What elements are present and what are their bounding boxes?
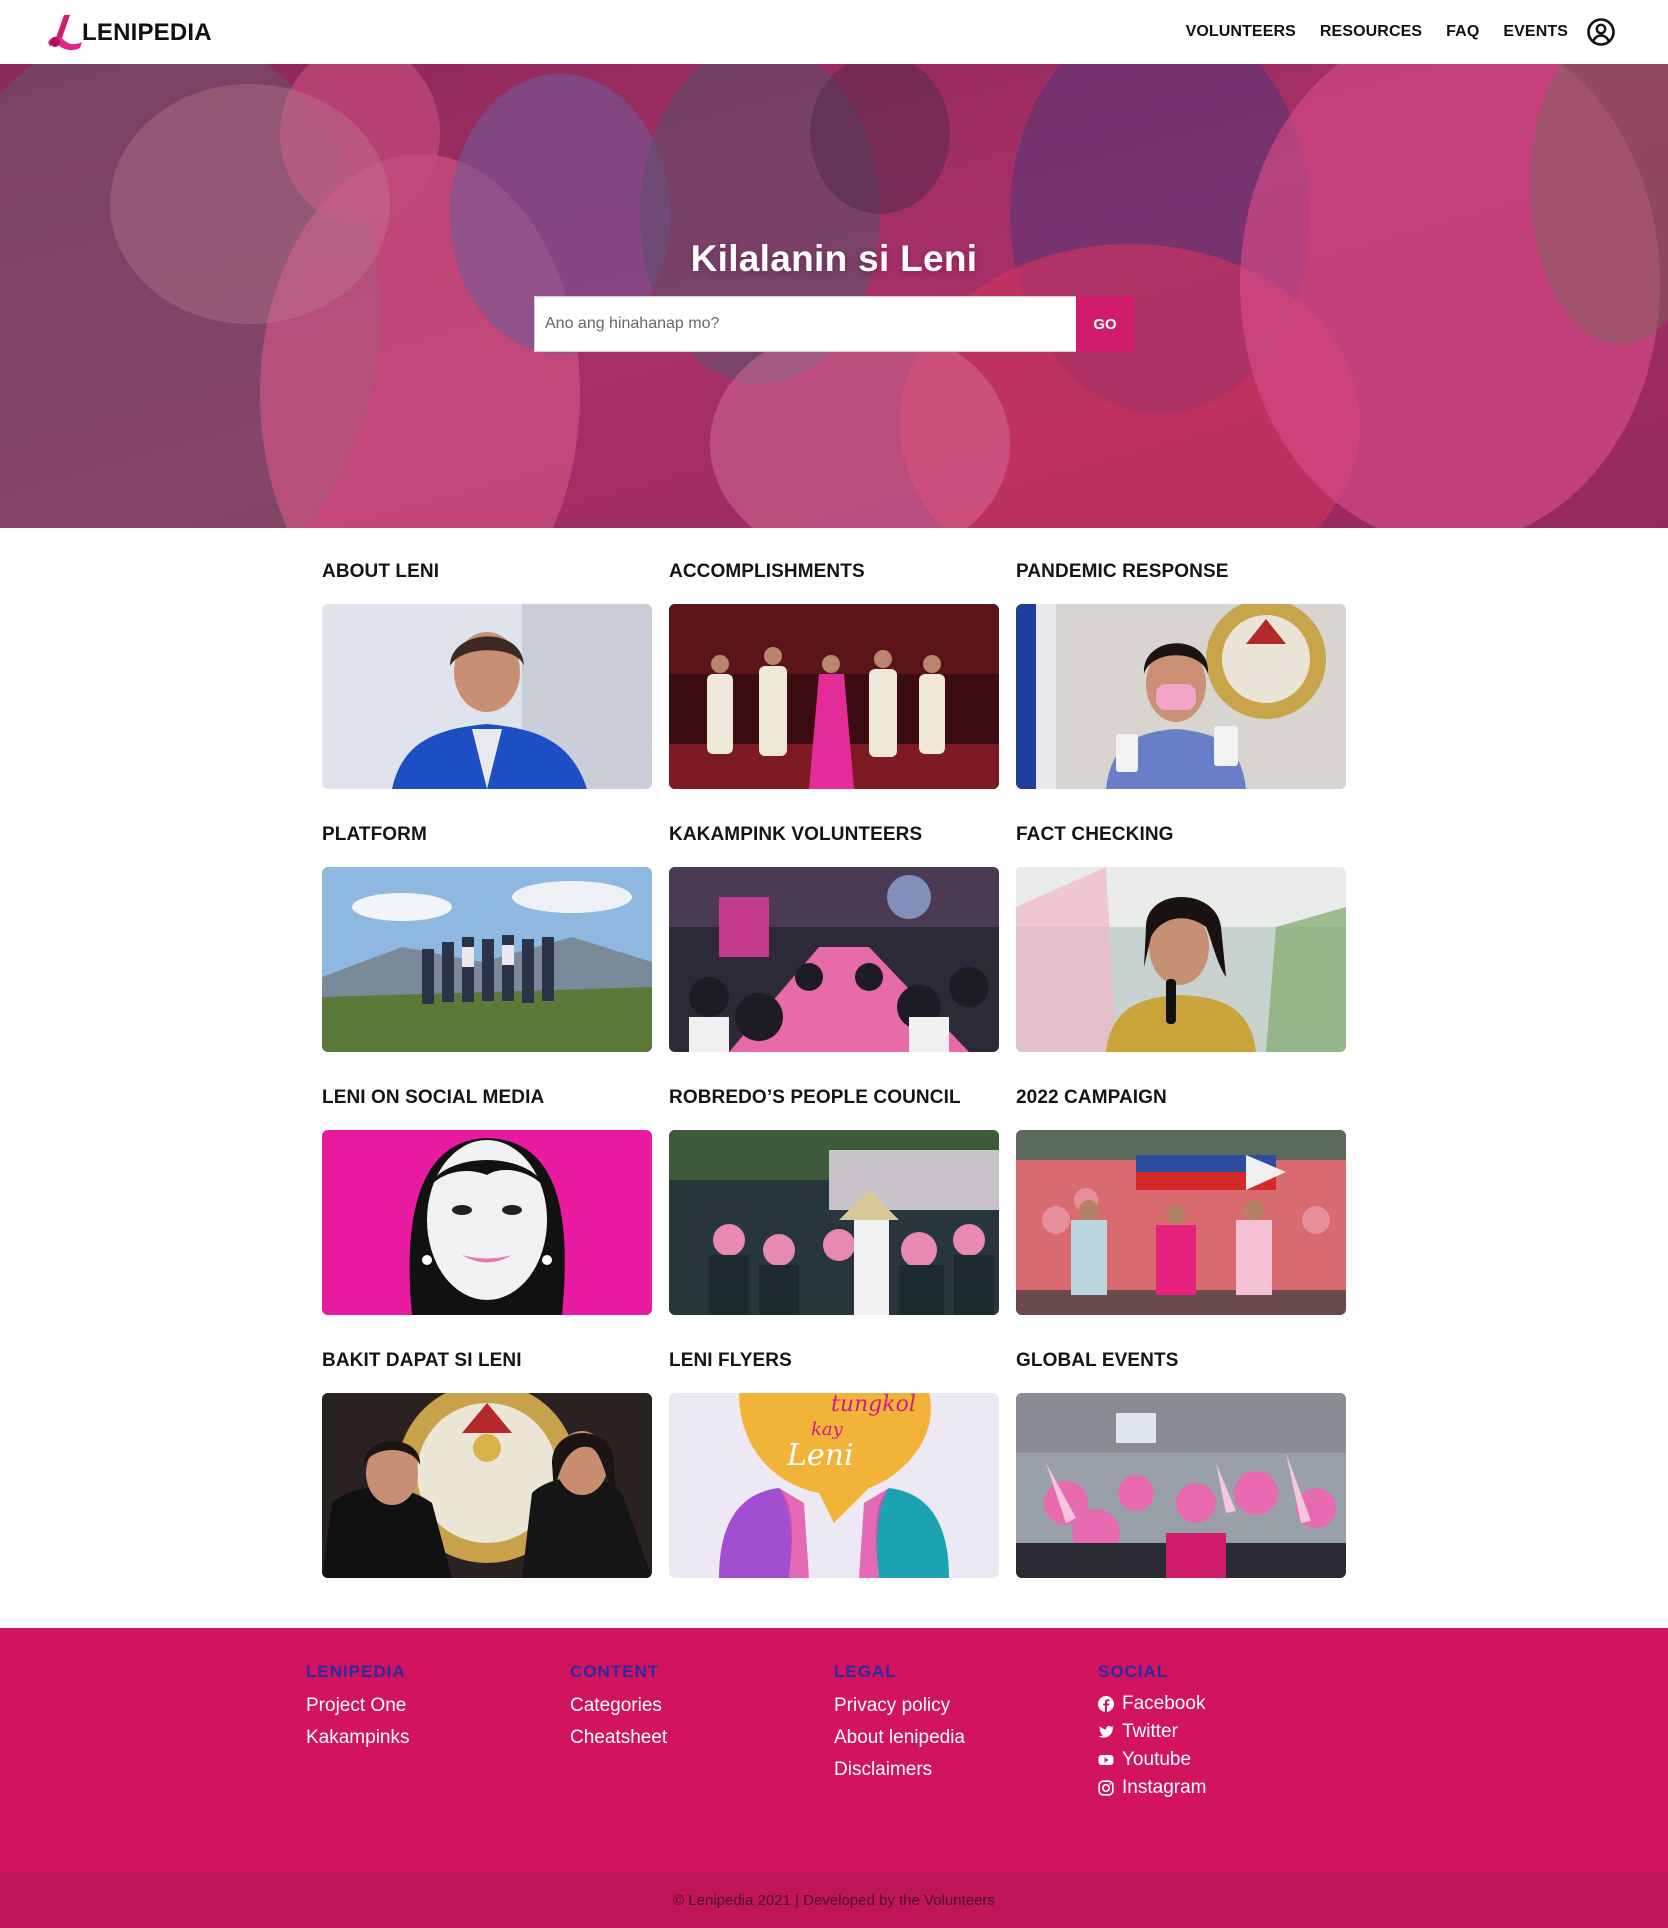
facebook-label: Facebook	[1122, 1693, 1206, 1714]
category-card-kakampink-volunteers[interactable]: KAKAMPINK VOLUNTEERS	[669, 823, 999, 1052]
copyright-text: © Lenipedia 2021 | Developed by the Volu…	[673, 1891, 995, 1909]
nav-volunteers[interactable]: VOLUNTEERS	[1186, 23, 1296, 41]
search-input[interactable]	[534, 296, 1076, 352]
category-title: PANDEMIC RESPONSE	[1016, 561, 1229, 582]
footer-bottom-bar: © Lenipedia 2021 | Developed by the Volu…	[0, 1872, 1668, 1928]
flyer-art-leni: Leni	[786, 1438, 854, 1473]
footer-link-cheatsheet[interactable]: Cheatsheet	[570, 1722, 820, 1754]
footer-heading: CONTENT	[570, 1662, 660, 1681]
category-image-robredos-people-council	[669, 1130, 999, 1315]
instagram-label: Instagram	[1122, 1777, 1207, 1798]
category-image-about-leni	[322, 604, 652, 789]
category-title: ROBREDO’S PEOPLE COUNCIL	[669, 1087, 961, 1108]
footer-heading: LENIPEDIA	[306, 1662, 406, 1681]
youtube-label: Youtube	[1122, 1749, 1192, 1770]
footer-link-facebook[interactable]: Facebook	[1098, 1690, 1348, 1718]
category-card-bakit-dapat-si-leni[interactable]: BAKIT DAPAT SI LENI	[322, 1349, 652, 1578]
hero-title: Kilalanin si Leni	[690, 238, 978, 279]
category-image-accomplishments	[669, 604, 999, 789]
top-navbar: LENIPEDIA VOLUNTEERS RESOURCES FAQ EVENT…	[0, 0, 1668, 64]
search-go-button[interactable]: GO	[1076, 296, 1134, 352]
category-card-fact-checking[interactable]: FACT CHECKING	[1016, 823, 1346, 1052]
category-title: GLOBAL EVENTS	[1016, 1350, 1179, 1371]
hero-banner: Kilalanin si Leni GO	[0, 64, 1668, 528]
footer-link-about-lenipedia[interactable]: About lenipedia	[834, 1722, 1084, 1754]
nav-resources[interactable]: RESOURCES	[1320, 23, 1422, 41]
youtube-icon	[1098, 1755, 1114, 1765]
category-image-platform	[322, 867, 652, 1052]
footer-column-legal: LEGAL Privacy policy About lenipedia Dis…	[834, 1662, 1084, 1786]
category-card-2022-campaign[interactable]: 2022 CAMPAIGN	[1016, 1086, 1346, 1315]
category-card-leni-flyers[interactable]: LENI FLYERS tungkol kay Leni	[669, 1349, 999, 1578]
main-nav: VOLUNTEERS RESOURCES FAQ EVENTS	[1162, 0, 1616, 64]
footer-link-privacy-policy[interactable]: Privacy policy	[834, 1690, 1084, 1722]
category-title: LENI FLYERS	[669, 1350, 792, 1371]
footer-link-categories[interactable]: Categories	[570, 1690, 820, 1722]
flyer-art-kay: kay	[811, 1419, 844, 1440]
footer-link-instagram[interactable]: Instagram	[1098, 1774, 1348, 1802]
category-image-fact-checking	[1016, 867, 1346, 1052]
category-image-global-events	[1016, 1393, 1346, 1578]
footer-link-project-one[interactable]: Project One	[306, 1690, 556, 1722]
category-card-about-leni[interactable]: ABOUT LENI	[322, 560, 652, 789]
category-image-bakit-dapat-si-leni	[322, 1393, 652, 1578]
lenipedia-logo-icon	[46, 12, 86, 52]
footer-column-lenipedia: LENIPEDIA Project One Kakampinks	[306, 1662, 556, 1754]
nav-events[interactable]: EVENTS	[1503, 23, 1568, 41]
category-image-2022-campaign	[1016, 1130, 1346, 1315]
flyer-art-tungkol: tungkol	[831, 1393, 916, 1417]
footer-link-disclaimers[interactable]: Disclaimers	[834, 1754, 1084, 1786]
category-title: BAKIT DAPAT SI LENI	[322, 1350, 522, 1371]
footer-link-youtube[interactable]: Youtube	[1098, 1746, 1348, 1774]
category-card-accomplishments[interactable]: ACCOMPLISHMENTS	[669, 560, 999, 789]
user-circle-icon[interactable]	[1586, 17, 1616, 47]
category-card-robredos-people-council[interactable]: ROBREDO’S PEOPLE COUNCIL	[669, 1086, 999, 1315]
twitter-label: Twitter	[1122, 1721, 1178, 1742]
footer-link-twitter[interactable]: Twitter	[1098, 1718, 1348, 1746]
category-title: ABOUT LENI	[322, 561, 440, 582]
footer-link-kakampinks[interactable]: Kakampinks	[306, 1722, 556, 1754]
category-title: PLATFORM	[322, 824, 427, 845]
category-title: FACT CHECKING	[1016, 824, 1174, 845]
category-image-leni-on-social-media	[322, 1130, 652, 1315]
category-card-leni-on-social-media[interactable]: LENI ON SOCIAL MEDIA	[322, 1086, 652, 1315]
category-title: 2022 CAMPAIGN	[1016, 1087, 1167, 1108]
footer-heading: LEGAL	[834, 1662, 897, 1681]
instagram-icon	[1098, 1780, 1114, 1796]
category-card-global-events[interactable]: GLOBAL EVENTS	[1016, 1349, 1346, 1578]
facebook-icon	[1098, 1696, 1114, 1712]
site-name: LENIPEDIA	[82, 19, 212, 46]
category-card-platform[interactable]: PLATFORM	[322, 823, 652, 1052]
search-form: GO	[534, 296, 1134, 352]
category-image-leni-flyers: tungkol kay Leni	[669, 1393, 999, 1578]
footer-heading: SOCIAL	[1098, 1662, 1169, 1681]
footer-column-content: CONTENT Categories Cheatsheet	[570, 1662, 820, 1754]
site-logo[interactable]: LENIPEDIA	[46, 12, 212, 52]
category-title: ACCOMPLISHMENTS	[669, 561, 865, 582]
category-image-pandemic-response	[1016, 604, 1346, 789]
twitter-icon	[1098, 1725, 1114, 1738]
category-title: KAKAMPINK VOLUNTEERS	[669, 824, 923, 845]
category-image-kakampink-volunteers	[669, 867, 999, 1052]
site-footer: LENIPEDIA Project One Kakampinks CONTENT…	[0, 1628, 1668, 1872]
category-card-pandemic-response[interactable]: PANDEMIC RESPONSE	[1016, 560, 1346, 789]
footer-column-social: SOCIAL Facebook Twitter Youtube Instagra…	[1098, 1662, 1348, 1802]
category-title: LENI ON SOCIAL MEDIA	[322, 1087, 545, 1108]
nav-faq[interactable]: FAQ	[1446, 23, 1479, 41]
